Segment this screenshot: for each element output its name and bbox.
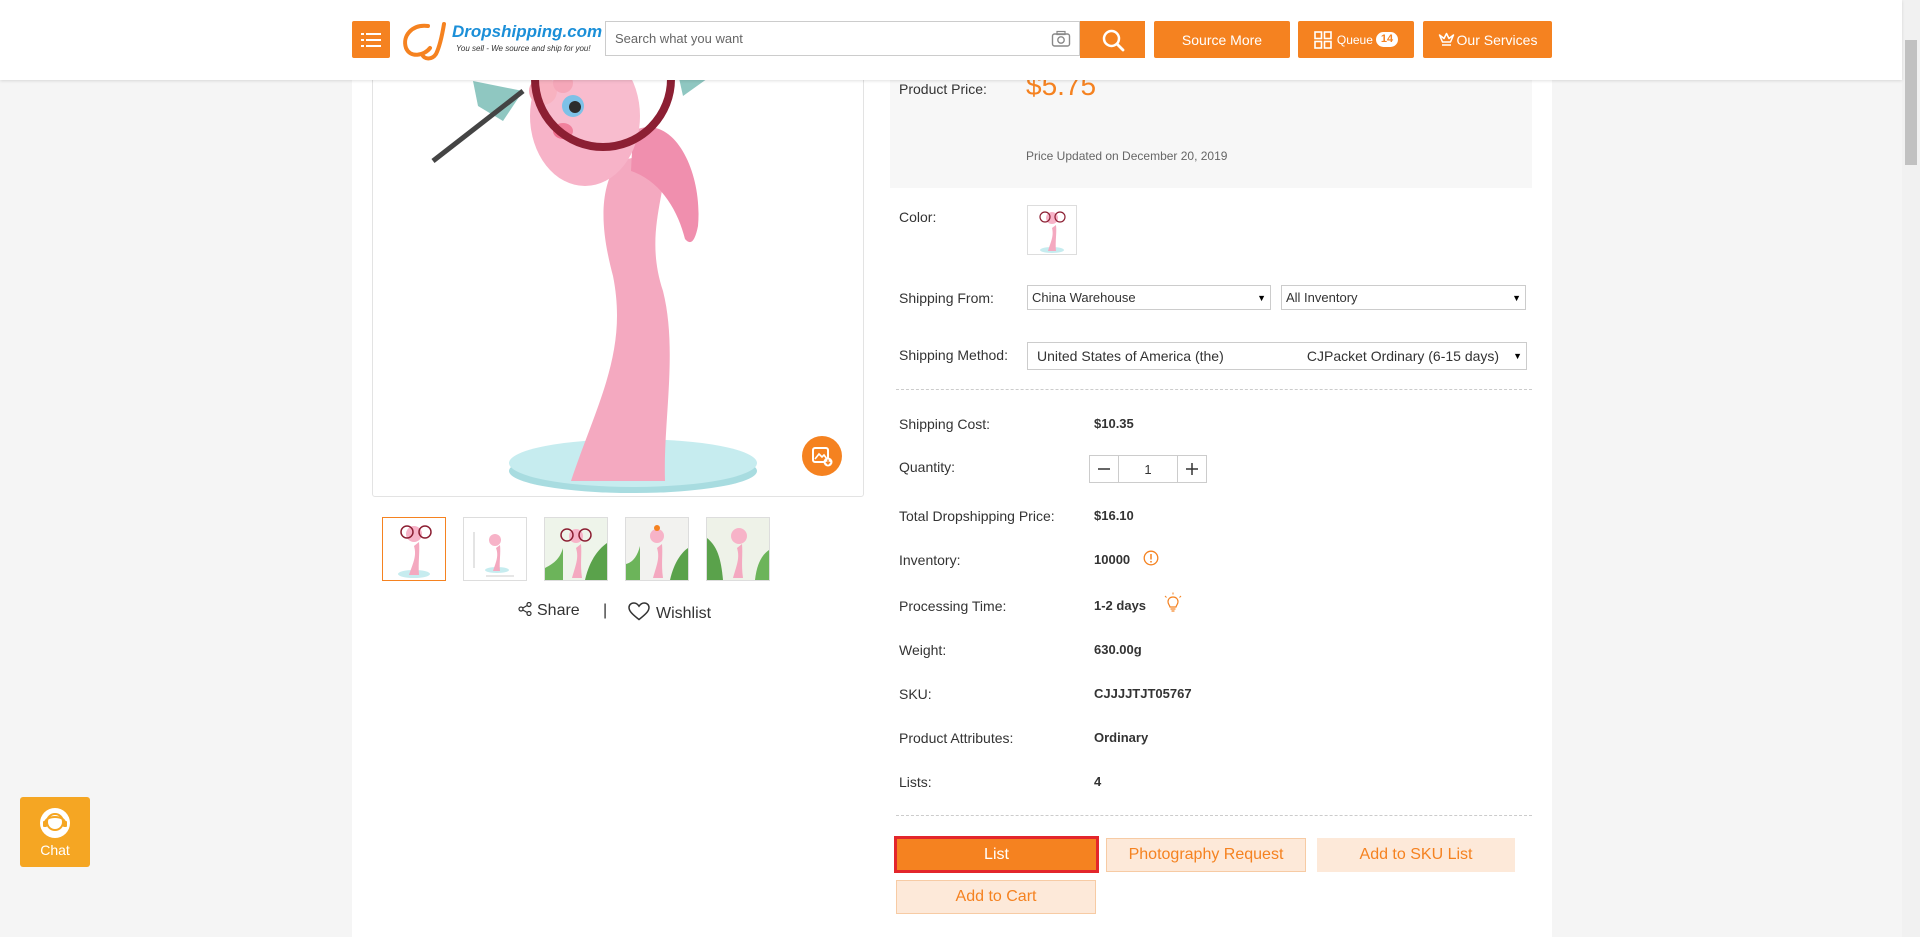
- shipping-cost-value: $10.35: [1094, 416, 1134, 431]
- product-attributes-label: Product Attributes:: [899, 730, 1014, 746]
- processing-time-value: 1-2 days: [1094, 598, 1147, 613]
- thumbnail-1[interactable]: [382, 517, 446, 581]
- list-menu-icon: [361, 32, 381, 47]
- sku-label: SKU:: [899, 686, 932, 702]
- minus-icon: [1098, 468, 1110, 470]
- color-swatch[interactable]: [1027, 205, 1077, 255]
- dropdown-caret-icon: ▼: [1513, 351, 1522, 361]
- our-services-button[interactable]: Our Services: [1423, 21, 1552, 58]
- inventory-filter-select[interactable]: All Inventory ▼: [1281, 285, 1526, 310]
- top-header: Dropshipping.com You sell - We source an…: [0, 0, 1902, 80]
- shipping-from-select[interactable]: China Warehouse ▼: [1027, 285, 1271, 310]
- share-link[interactable]: Share: [518, 601, 580, 620]
- source-more-button[interactable]: Source More: [1154, 21, 1290, 58]
- plus-icon: [1186, 463, 1198, 475]
- lists-value: 4: [1094, 774, 1102, 789]
- add-to-sku-list-button[interactable]: Add to SKU List: [1317, 838, 1515, 872]
- thumbnail-3[interactable]: [544, 517, 608, 581]
- processing-time-label: Processing Time:: [899, 598, 1007, 614]
- quantity-label: Quantity:: [899, 459, 956, 475]
- thumbnail-image: [473, 532, 514, 577]
- wishlist-label: Wishlist: [656, 605, 712, 622]
- divider: [896, 389, 1532, 390]
- shipping-from-value: China Warehouse: [1032, 290, 1136, 305]
- thumbnail-5[interactable]: [706, 517, 770, 581]
- our-services-label: Our Services: [1456, 31, 1538, 48]
- image-zoom-button[interactable]: [802, 436, 842, 476]
- divider: [896, 815, 1532, 816]
- photography-request-button[interactable]: Photography Request: [1106, 838, 1306, 872]
- photography-request-label: Photography Request: [1128, 846, 1284, 863]
- menu-button[interactable]: [352, 21, 390, 58]
- camera-icon[interactable]: [1051, 30, 1071, 48]
- queue-icon: [1314, 30, 1332, 49]
- product-price-label: Product Price:: [899, 81, 987, 97]
- weight-label: Weight:: [899, 642, 947, 658]
- sku-value: CJJJJTJT05767: [1094, 686, 1192, 701]
- dropdown-caret-icon: ▼: [1512, 292, 1521, 303]
- chat-widget[interactable]: Chat: [20, 797, 90, 867]
- add-to-sku-list-label: Add to SKU List: [1359, 846, 1473, 863]
- lists-label: Lists:: [899, 774, 932, 790]
- inventory-value: 10000: [1094, 552, 1131, 567]
- quantity-stepper: 1: [1089, 455, 1207, 483]
- shipping-method-label: Shipping Method:: [899, 347, 1008, 363]
- share-icon: [518, 601, 532, 617]
- search-input[interactable]: [606, 22, 1044, 55]
- product-attributes-value: Ordinary: [1094, 730, 1149, 745]
- add-to-cart-label: Add to Cart: [955, 888, 1037, 905]
- logo-tagline: You sell - We source and ship for you!: [456, 44, 591, 53]
- quantity-decrease-button[interactable]: [1090, 456, 1118, 482]
- shipping-from-label: Shipping From:: [899, 290, 994, 306]
- shipping-method-value: CJPacket Ordinary (6-15 days): [1306, 348, 1500, 364]
- search-icon: [1102, 29, 1124, 51]
- flamingo-glasses-holder-image: [431, 61, 765, 493]
- image-download-icon: [812, 447, 833, 467]
- info-warning-icon[interactable]: [1143, 550, 1159, 566]
- inventory-label: Inventory:: [899, 552, 961, 568]
- weight-value: 630.00g: [1094, 642, 1142, 657]
- thumbnail-4[interactable]: [625, 517, 689, 581]
- total-price-label: Total Dropshipping Price:: [899, 508, 1055, 524]
- wishlist-link[interactable]: Wishlist: [628, 602, 711, 623]
- list-button[interactable]: List: [894, 836, 1099, 873]
- thumbnail-image: [545, 518, 607, 580]
- shipping-country: United States of America (the): [1037, 348, 1224, 364]
- cj-logo[interactable]: Dropshipping.com You sell - We source an…: [398, 18, 602, 62]
- thumbnail-2[interactable]: [463, 517, 527, 581]
- crown-icon: [1438, 32, 1454, 46]
- total-price-value: $16.10: [1094, 508, 1134, 523]
- thumbnail-image: [626, 518, 688, 580]
- price-updated-text: Price Updated on December 20, 2019: [1026, 149, 1228, 163]
- lightbulb-icon[interactable]: [1163, 592, 1183, 614]
- search-button[interactable]: [1080, 21, 1145, 58]
- thumbnail-image: [707, 518, 769, 580]
- thumbnail-image: [398, 525, 432, 578]
- add-to-cart-button[interactable]: Add to Cart: [896, 880, 1096, 914]
- dropdown-caret-icon: ▼: [1257, 292, 1266, 303]
- heart-icon: [628, 602, 650, 621]
- source-more-label: Source More: [1181, 31, 1263, 48]
- scrollbar-thumb[interactable]: [1905, 40, 1917, 165]
- main-product-image[interactable]: [372, 60, 864, 497]
- chat-label: Chat: [40, 842, 70, 858]
- queue-count-badge: 14: [1375, 32, 1399, 47]
- list-button-label: List: [984, 845, 1009, 863]
- shipping-method-select[interactable]: United States of America (the) CJPacket …: [1027, 342, 1527, 370]
- share-label: Share: [537, 602, 580, 619]
- queue-label: Queue: [1336, 32, 1373, 47]
- share-wishlist-separator: |: [603, 602, 608, 619]
- quantity-increase-button[interactable]: [1178, 456, 1206, 482]
- color-label: Color:: [899, 209, 937, 225]
- logo-text: Dropshipping.com: [452, 22, 603, 41]
- shipping-cost-label: Shipping Cost:: [899, 416, 991, 432]
- quantity-input[interactable]: 1: [1118, 456, 1178, 482]
- search-box: [605, 21, 1080, 56]
- inventory-filter-value: All Inventory: [1286, 290, 1358, 305]
- color-swatch-image: [1039, 211, 1066, 253]
- queue-button[interactable]: Queue 14: [1298, 21, 1414, 58]
- headset-chat-icon: [40, 808, 70, 838]
- cj-logo-mark-icon: [403, 22, 446, 61]
